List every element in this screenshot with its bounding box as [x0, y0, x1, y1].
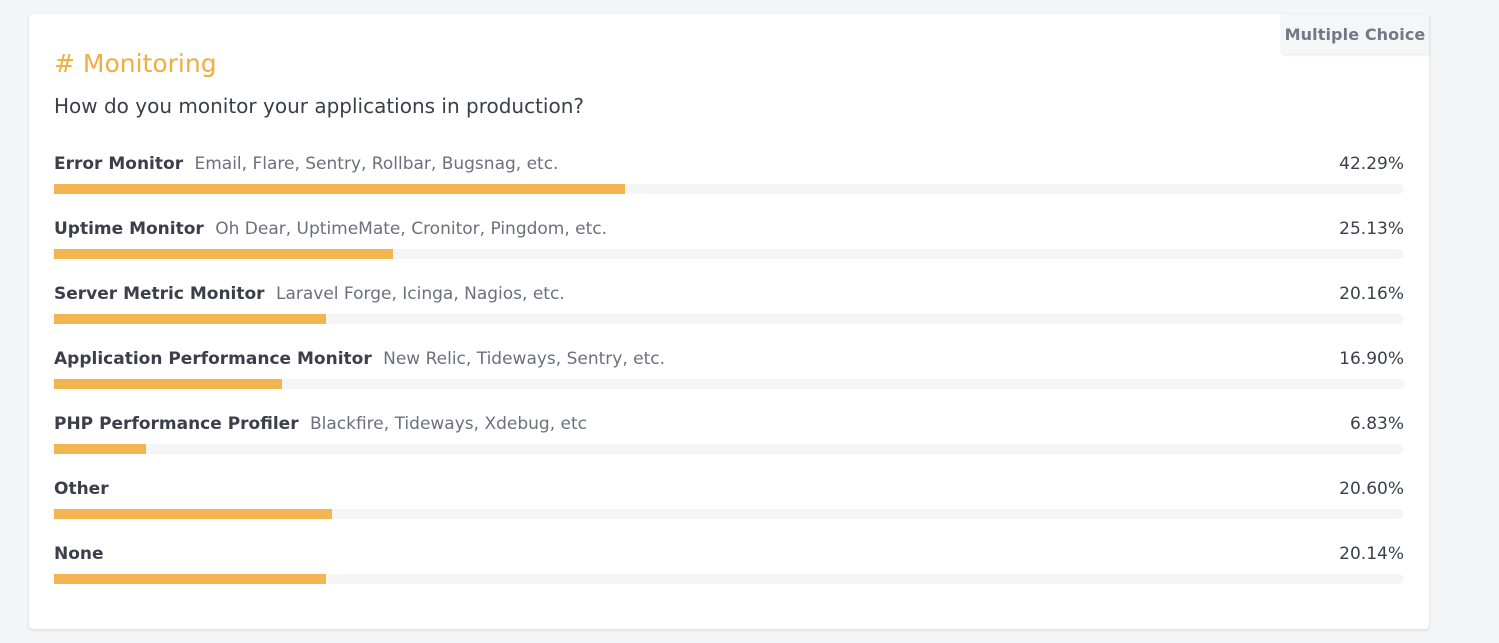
option-name: None: [54, 544, 104, 564]
progress-fill: [54, 444, 147, 454]
option-percentage: 20.14%: [1339, 544, 1404, 564]
option-description: New Relic, Tideways, Sentry, etc.: [383, 349, 666, 369]
option-name: PHP Performance Profiler: [54, 414, 299, 434]
option-percentage: 6.83%: [1349, 414, 1404, 434]
option-percentage: 16.90%: [1339, 349, 1404, 369]
option-description: Oh Dear, UptimeMate, Cronitor, Pingdom, …: [215, 219, 608, 239]
option-name: Error Monitor: [54, 154, 184, 174]
result-row: Server Metric Monitor Laravel Forge, Ici…: [54, 280, 1404, 345]
option-percentage: 42.29%: [1339, 154, 1404, 174]
option-name: Other: [54, 479, 109, 499]
result-row: Other 20.60%: [54, 475, 1404, 540]
question-text: How do you monitor your applications in …: [54, 94, 585, 118]
progress-track: [54, 249, 1404, 259]
progress-track: [54, 314, 1404, 324]
section-title: # Monitoring: [54, 49, 217, 78]
results-list: Error Monitor Email, Flare, Sentry, Roll…: [54, 150, 1404, 605]
progress-track: [54, 379, 1404, 389]
progress-track: [54, 444, 1404, 454]
option-name: Uptime Monitor: [54, 219, 204, 239]
option-description: Blackfire, Tideways, Xdebug, etc: [309, 414, 587, 434]
option-description: Email, Flare, Sentry, Rollbar, Bugsnag, …: [194, 154, 559, 174]
progress-track: [54, 574, 1404, 584]
progress-fill: [54, 574, 326, 584]
result-row: PHP Performance Profiler Blackfire, Tide…: [54, 410, 1404, 475]
option-name: Application Performance Monitor: [54, 349, 372, 369]
progress-fill: [54, 184, 625, 194]
progress-fill: [54, 314, 327, 324]
progress-track: [54, 184, 1404, 194]
option-percentage: 25.13%: [1339, 219, 1404, 239]
option-description: Laravel Forge, Icinga, Nagios, etc.: [275, 284, 565, 304]
result-row: Error Monitor Email, Flare, Sentry, Roll…: [54, 150, 1404, 215]
option-percentage: 20.60%: [1339, 479, 1404, 499]
survey-card: Multiple Choice # Monitoring How do you …: [29, 14, 1429, 629]
option-percentage: 20.16%: [1339, 284, 1404, 304]
result-row: None 20.14%: [54, 540, 1404, 605]
question-type-badge: Multiple Choice: [1281, 14, 1429, 54]
result-row: Uptime Monitor Oh Dear, UptimeMate, Cron…: [54, 215, 1404, 280]
progress-track: [54, 509, 1404, 519]
progress-fill: [54, 249, 394, 259]
option-name: Server Metric Monitor: [54, 284, 265, 304]
progress-fill: [54, 509, 333, 519]
progress-fill: [54, 379, 283, 389]
result-row: Application Performance Monitor New Reli…: [54, 345, 1404, 410]
